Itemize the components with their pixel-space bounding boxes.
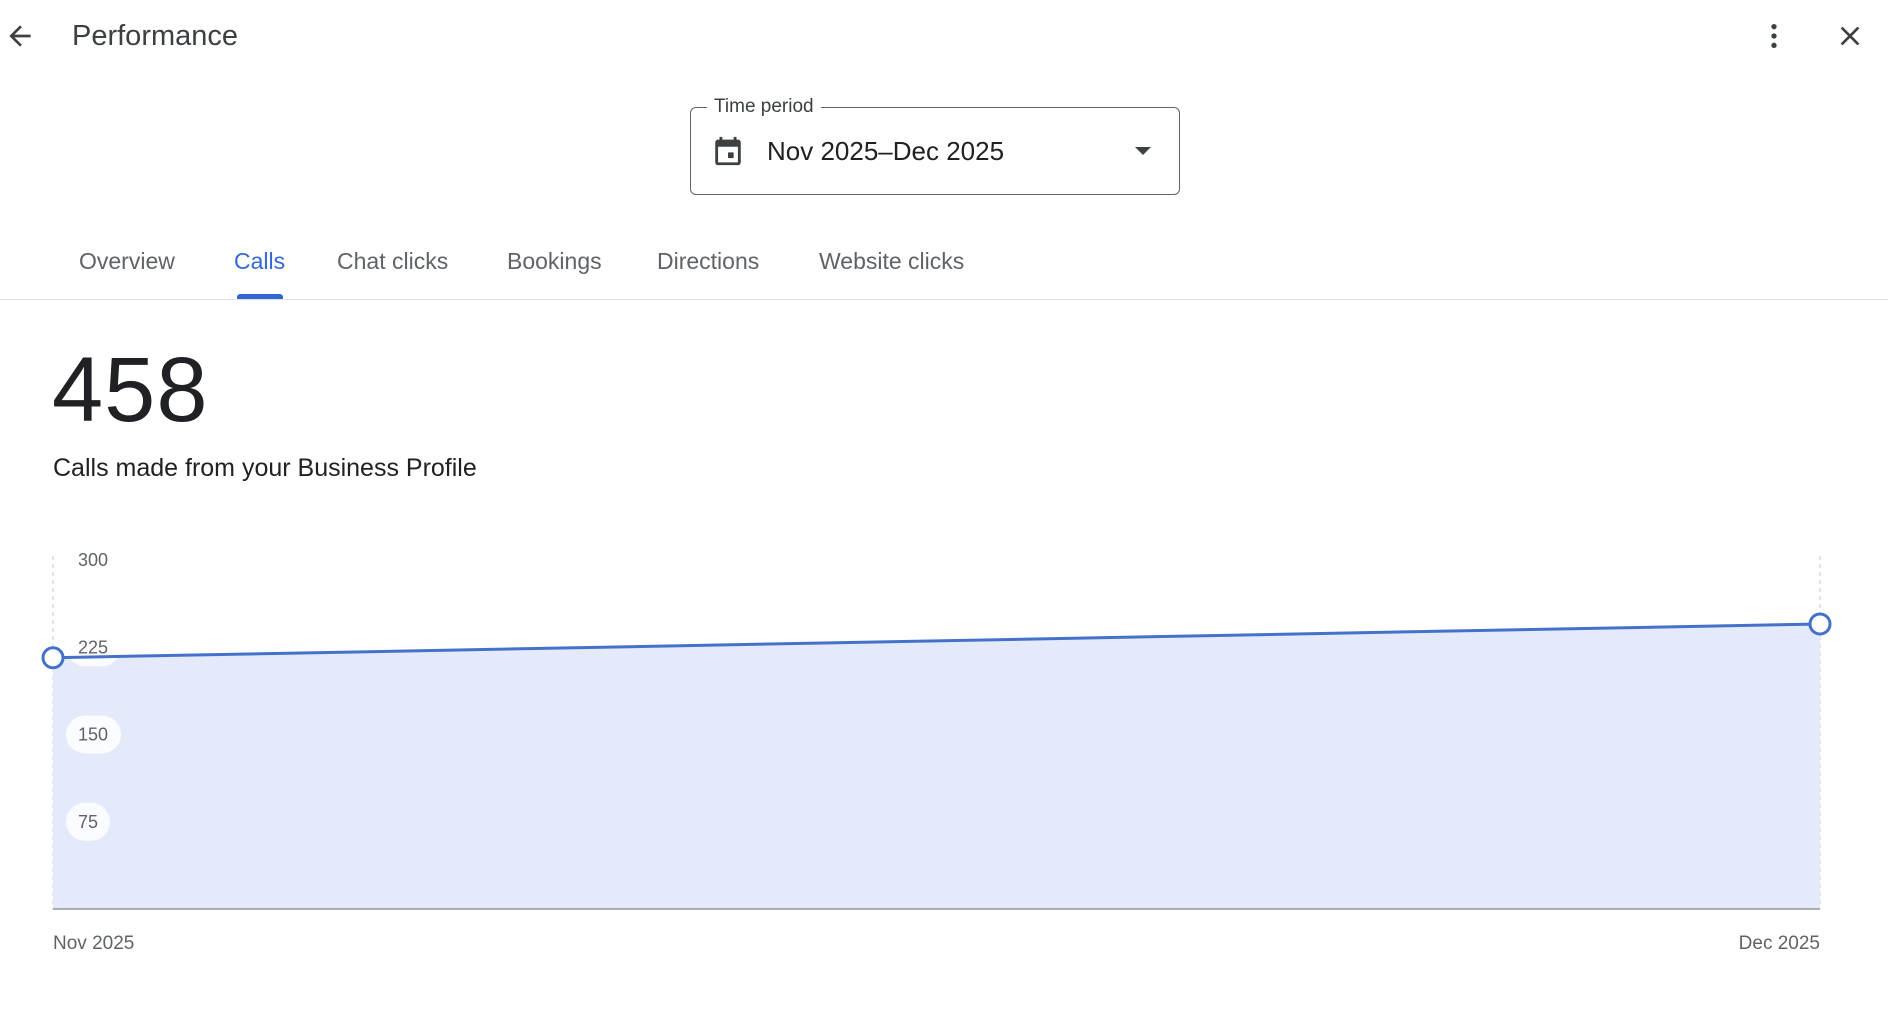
time-period-select[interactable]: Time period Nov 2025–Dec 2025	[690, 96, 1180, 195]
close-button[interactable]	[1826, 12, 1874, 60]
y-tick-label: 75	[78, 812, 98, 832]
data-point	[41, 646, 65, 670]
metric-description: Calls made from your Business Profile	[53, 454, 477, 482]
arrow-drop-down-icon	[1135, 147, 1151, 155]
top-app-bar: Performance	[0, 0, 1888, 74]
calendar-icon	[715, 136, 741, 166]
active-tab-indicator	[237, 294, 283, 299]
y-tick-label: 300	[78, 550, 108, 570]
performance-tabs: Overview Calls Chat clicks Bookings Dire…	[0, 236, 1888, 300]
calls-area-chart: 75 150 225 300 Nov 2025 Dec 2025	[41, 541, 1832, 954]
tab-bookings[interactable]: Bookings	[507, 246, 602, 276]
tab-website-clicks[interactable]: Website clicks	[819, 246, 964, 276]
x-tick-label: Dec 2025	[1739, 933, 1820, 954]
more-vert-icon	[1771, 24, 1777, 48]
y-tick-label: 150	[78, 725, 108, 745]
calls-total: 458	[52, 339, 209, 441]
time-period-label: Time period	[707, 96, 821, 118]
x-tick-label: Nov 2025	[53, 933, 134, 954]
y-tick-label: 225	[78, 637, 108, 657]
tab-overview[interactable]: Overview	[79, 246, 175, 276]
data-point	[1808, 612, 1832, 636]
tab-calls[interactable]: Calls	[234, 246, 285, 276]
time-period-value: Nov 2025–Dec 2025	[767, 136, 1005, 166]
tab-directions[interactable]: Directions	[657, 246, 759, 276]
close-icon	[1840, 26, 1860, 46]
tab-chat-clicks[interactable]: Chat clicks	[337, 246, 448, 276]
arrow-back-icon	[9, 25, 31, 47]
series-area	[53, 623, 1820, 909]
page-title: Performance	[72, 20, 239, 52]
back-button[interactable]	[0, 12, 44, 60]
more-options-button[interactable]	[1750, 12, 1798, 60]
